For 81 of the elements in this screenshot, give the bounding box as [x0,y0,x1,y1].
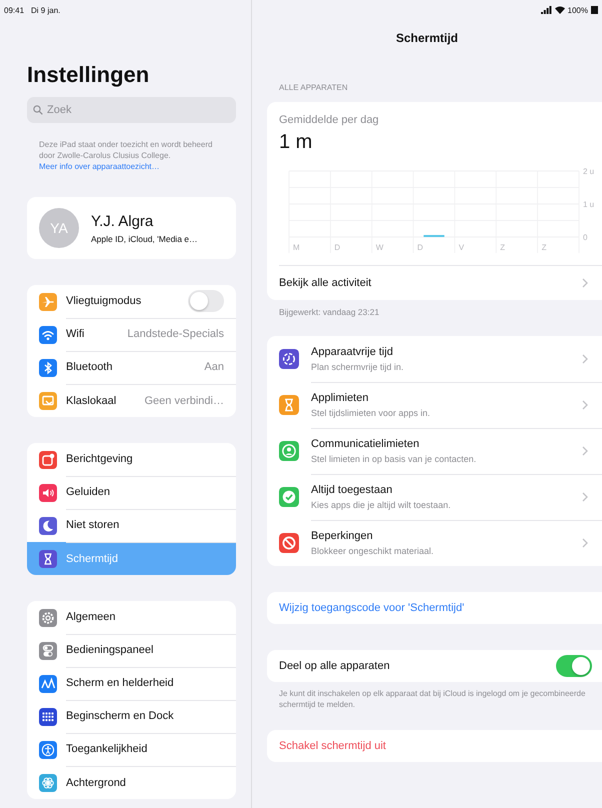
classroom-icon [39,392,57,410]
section-header: ALLE APPARATEN [278,82,349,94]
sidebar-item[interactable]: Scherm en helderheid [27,667,236,700]
average-label: Gemiddelde per dag [279,113,380,127]
status-date: Di 9 jan. [31,6,60,14]
gear-icon [39,608,57,626]
toggle-switch[interactable] [556,655,592,677]
menu-row[interactable]: Communicatielimieten Stel limieten in op basis van je contacten. [267,428,602,474]
more-info-link[interactable]: Meer info over apparaattoezicht… [39,162,160,171]
signal-icon [540,6,552,14]
item-value: Aan [204,361,224,373]
clock-icon [279,349,299,369]
axis-label: V [458,243,464,252]
axis-label: 0 [583,233,588,242]
axis-label: 1 u [583,200,594,209]
grid-icon [39,708,57,726]
menu-row[interactable]: Altijd toegestaan Kies apps die je altijd wilt toestaan. [267,474,602,520]
sidebar-item[interactable]: Vliegtuigmodus [27,285,236,318]
bluetooth-icon [39,358,57,376]
profile-subtitle: Apple ID, iCloud, 'Media e… [91,234,198,244]
passcode-link[interactable]: Wijzig toegangscode voor 'Schermtijd' [267,592,602,624]
menu-row[interactable]: Beperkingen Blokkeer ongeschikt materiaal. [267,520,602,566]
activity-row[interactable]: Bekijk alle activiteit [279,265,602,300]
sidebar-item[interactable]: Wifi Landstede-Specials [27,318,236,351]
axis-label: Z [500,243,506,252]
sidebar-item[interactable]: Bluetooth Aan [27,351,236,384]
checkmark-icon [279,487,299,507]
average-value: 1 m [279,130,314,154]
speaker-icon [39,484,57,502]
battery-level: 100% [568,6,588,14]
sidebar-title: Instellingen [27,62,150,88]
sidebar-item[interactable]: Bedieningspaneel [27,634,236,667]
person-icon [279,441,299,461]
avatar: YA [39,208,79,248]
no-entry-icon [279,533,299,553]
battery-icon [591,6,598,14]
chevron-icon [582,538,588,548]
sidebar-item[interactable]: Algemeen [27,601,236,634]
axis-label: D [417,243,424,252]
chevron-icon [582,446,588,456]
notification-icon [39,450,57,468]
axis-label: D [334,243,340,252]
sidebar-item[interactable]: Geluiden [27,476,236,509]
search-field[interactable]: Zoek [27,97,236,123]
menu-row[interactable]: Applimieten Stel tijdslimieten voor apps in. [267,382,602,428]
sidebar-item[interactable]: Klaslokaal Geen verbindi… [27,384,236,417]
chevron-icon [582,278,588,288]
sidebar-item[interactable]: Achtergrond [27,766,236,799]
updated-note: Bijgewerkt: vandaag 23:21 [278,306,380,318]
share-label: Deel op alle apparaten [279,660,390,672]
menu-row[interactable]: Apparaatvrije tijd Plan schermvrije tijd in. [267,336,602,382]
search-icon [33,105,43,115]
accessibility-icon [39,740,57,758]
item-value: Landstede-Specials [127,328,224,340]
axis-label: Z [542,243,546,252]
page-title: Schermtijd [394,30,459,47]
share-footnote: Je kunt dit inschakelen op elk apparaat dat bij iCloud is ingelogd om je gecombineerde schermtijd te melden. [278,688,586,710]
wifi-icon [39,326,57,344]
hourglass-icon [39,550,57,568]
axis-label: 2 u [583,167,594,176]
sidebar-item[interactable]: Beginscherm en Dock [27,700,236,733]
profile-name: Y.J. Algra [91,212,154,230]
turn-off-button[interactable]: Schakel schermtijd uit [267,730,602,762]
profile-card[interactable]: YA Y.J. Algra Apple ID, iCloud, 'Media e… [27,197,236,259]
sidebar-item[interactable]: Toegankelijkheid [27,733,236,766]
chevron-icon [582,354,588,364]
hourglass-icon [279,395,299,415]
chevron-icon [582,400,588,410]
switches-icon [39,642,57,660]
toggle-switch[interactable] [188,290,224,312]
item-value: Geen verbindi… [144,394,224,406]
axis-label: M [293,243,300,252]
axis-label: W [376,243,384,252]
moon-icon [39,516,57,534]
wifi-icon [554,6,565,14]
supervision-note: Deze iPad staat onder toezicht en wordt beheerd door Zwolle-Carolus Clusius College. Meer info over apparaattoezicht… [38,139,214,172]
chevron-icon [582,492,588,502]
status-time: 09:41 [4,6,24,14]
sidebar-item[interactable]: Berichtgeving [27,443,236,476]
airplane-icon [39,292,57,310]
flower-icon [39,774,57,792]
